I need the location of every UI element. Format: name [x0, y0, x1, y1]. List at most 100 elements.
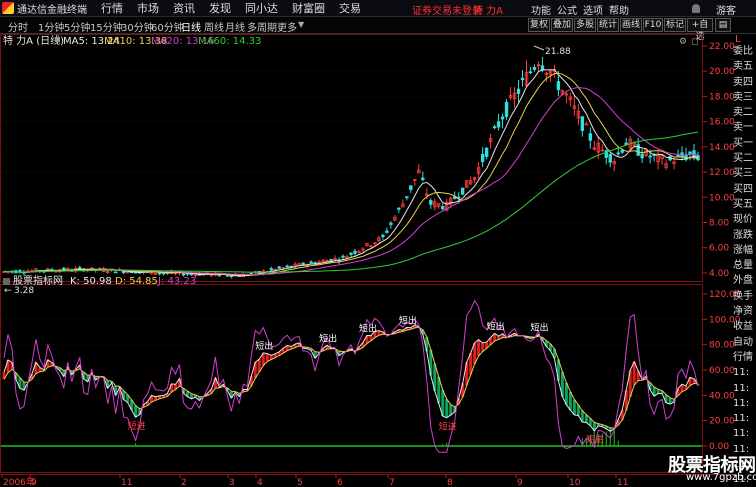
- x-tick-label: 9: [31, 478, 37, 487]
- x-tick-label: 4: [257, 478, 263, 487]
- app-title: 通达信金融终端: [17, 4, 87, 16]
- candle-body: [640, 153, 644, 159]
- menu-formula[interactable]: 公式: [557, 2, 577, 17]
- signal-annotation: 短出: [359, 322, 377, 334]
- side-panel-row: 涨跌: [733, 229, 753, 241]
- signal-annotation: 短进: [586, 434, 604, 446]
- period-more[interactable]: 更多: [277, 19, 297, 34]
- stats-button[interactable]: 统计: [597, 18, 619, 32]
- window-icons[interactable]: ⚙ ◻: [679, 37, 698, 47]
- draw-line-button[interactable]: 画线: [620, 18, 642, 32]
- mark-button[interactable]: 标记: [664, 18, 686, 32]
- x-tick-label: 8: [447, 478, 453, 487]
- menu-trade[interactable]: 交易: [339, 0, 361, 16]
- period-weekly[interactable]: 周线: [204, 19, 224, 34]
- f10-button[interactable]: F10: [643, 18, 663, 32]
- period-monthly[interactable]: 月线: [225, 19, 245, 34]
- main-chart-title: 特 力A (日线): [3, 34, 64, 47]
- x-tick-label: 10: [569, 478, 581, 487]
- indicator-menu-icon[interactable]: [3, 278, 10, 285]
- candle-body: [157, 272, 162, 275]
- maximize-icon[interactable]: ◻: [691, 37, 698, 47]
- signal-annotation: 短出: [530, 321, 548, 333]
- menu-help[interactable]: 帮助: [609, 2, 629, 17]
- side-panel-row: 买四: [733, 183, 753, 195]
- period-5min[interactable]: 5分钟: [64, 19, 90, 34]
- period-60min[interactable]: 60分钟: [151, 19, 184, 34]
- j-value-label: J: 43.23: [157, 276, 196, 287]
- candlesticks: [2, 56, 700, 279]
- guest-label[interactable]: 游客: [716, 2, 736, 17]
- candle-body: [441, 206, 445, 210]
- high-marker: 21.88: [533, 45, 571, 57]
- chart-options-icon[interactable]: ▤: [715, 18, 731, 32]
- chart-area[interactable]: 特 力A (日线) MA5: 13.24 MA10: 13.38 MA20: 1…: [0, 34, 756, 487]
- menu-bar: 通达信金融终端 行情 市场 资讯 发现 同小达 财富圈 交易 证券交易未登录 特…: [0, 0, 756, 17]
- period-30min[interactable]: 30分钟: [121, 19, 154, 34]
- side-panel-row: 净资: [733, 306, 753, 318]
- side-panel-row: 收益: [733, 321, 753, 333]
- watermark-url: www.7gpzb.com: [686, 472, 756, 483]
- period-intraday[interactable]: 分时: [8, 19, 28, 34]
- y-tick-label: 16.00: [709, 118, 735, 128]
- candle-body: [500, 116, 505, 120]
- k-line: [3, 324, 699, 432]
- candle-body: [397, 207, 401, 210]
- adjust-button[interactable]: 复权: [528, 18, 550, 32]
- period-1min[interactable]: 1分钟: [38, 19, 64, 34]
- side-panel-row: 外盘: [733, 275, 753, 287]
- multi-stock-button[interactable]: 多股: [574, 18, 596, 32]
- menu-discover[interactable]: 发现: [209, 0, 231, 16]
- candle-body: [460, 187, 465, 195]
- menu-functions[interactable]: 功能: [531, 2, 551, 17]
- ma60-line: [3, 131, 699, 273]
- candle-body: [484, 147, 489, 157]
- candle-body: [381, 234, 385, 237]
- candle-body: [421, 177, 425, 181]
- app-logo-icon: [2, 2, 14, 14]
- ma5-line: [3, 69, 699, 277]
- menu-tongxiaoda[interactable]: 同小达: [245, 0, 278, 16]
- side-panel-row: 现价: [733, 214, 753, 226]
- menu-options[interactable]: 选项: [583, 2, 603, 17]
- menu-market[interactable]: 市场: [137, 0, 159, 16]
- signal-annotation: 短进: [128, 420, 146, 432]
- candle-body: [181, 273, 186, 276]
- overlay-button[interactable]: 叠加: [551, 18, 573, 32]
- side-panel-row: 总量: [733, 260, 753, 272]
- period-toolbar: 分时 1分钟 5分钟 15分钟 30分钟 60分钟 日线 周线 月线 多周期 更…: [0, 17, 756, 42]
- y-tick-label: 60.00: [709, 366, 735, 376]
- add-watchlist-button[interactable]: +自选: [687, 18, 713, 42]
- period-multi[interactable]: 多周期: [247, 19, 277, 34]
- side-panel-row: 卖一: [733, 122, 753, 134]
- quote-side-panel: L 委比 卖五 卖四 卖三 卖二 卖一 买一 买二 买三 买四 买五 现价 涨跌 涨幅 总量 外盘 换手 净资 收益…: [733, 34, 756, 485]
- menu-wealth-circle[interactable]: 财富圈: [292, 0, 325, 16]
- x-tick-label: 9: [517, 478, 523, 487]
- side-panel-row: 自动: [733, 336, 753, 348]
- candle-body: [309, 261, 313, 264]
- chevron-down-icon[interactable]: ▼: [298, 20, 304, 29]
- login-notice[interactable]: 证券交易未登录: [412, 2, 482, 17]
- side-panel-row: 卖五: [733, 61, 753, 73]
- menu-news[interactable]: 资讯: [173, 0, 195, 16]
- settings-icon[interactable]: ⚙: [679, 37, 687, 47]
- y-tick-label: 4.00: [709, 269, 729, 279]
- candle-body: [608, 154, 612, 163]
- candle-body: [429, 200, 433, 205]
- low-marker: ← 3.28: [4, 286, 34, 296]
- ma10-line: [3, 72, 699, 276]
- side-panel-row: 卖四: [733, 76, 753, 88]
- candle-body: [676, 154, 680, 157]
- period-daily[interactable]: 日线: [181, 19, 201, 34]
- user-icon[interactable]: [692, 4, 700, 13]
- y-tick-label: 20.00: [709, 67, 735, 77]
- side-panel-row: 11:: [733, 428, 750, 440]
- period-15min[interactable]: 15分钟: [90, 19, 123, 34]
- candle-body: [496, 121, 501, 128]
- y-tick-label: 10.00: [709, 193, 735, 203]
- y-tick-label: 20.00: [709, 417, 735, 427]
- chart-svg[interactable]: 特 力A (日线) MA5: 13.24 MA10: 13.38 MA20: 1…: [0, 34, 756, 487]
- low-arrow-icon: ←: [4, 286, 12, 296]
- menu-quotes[interactable]: 行情: [101, 0, 123, 16]
- candle-body: [385, 230, 389, 233]
